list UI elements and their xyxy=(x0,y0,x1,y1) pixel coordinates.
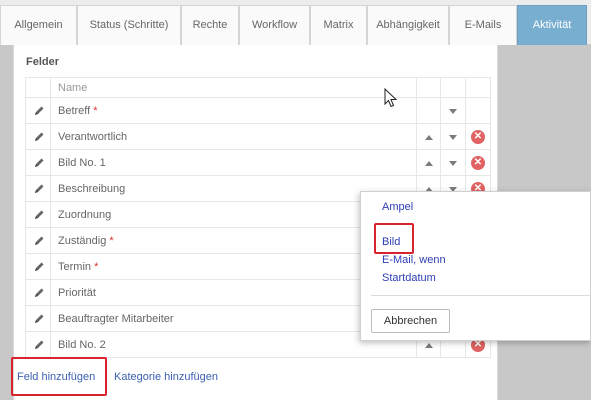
move-up-icon[interactable] xyxy=(425,161,433,166)
panel-title: Felder xyxy=(26,56,60,68)
field-name: Zuordnung xyxy=(58,209,112,221)
field-type-popup: Ampel Bild E-Mail, wenn Startdatum Abbre… xyxy=(360,191,591,341)
tab-matrix[interactable]: Matrix xyxy=(310,5,367,45)
tab-bar: Allgemein Status (Schritte) Rechte Workf… xyxy=(0,0,591,45)
tab-rechte[interactable]: Rechte xyxy=(181,5,239,45)
tab-workflow[interactable]: Workflow xyxy=(239,5,310,45)
pencil-icon[interactable] xyxy=(33,105,45,117)
highlight-bild xyxy=(374,223,414,254)
move-up-icon[interactable] xyxy=(425,343,433,348)
mouse-cursor-icon xyxy=(384,88,398,108)
pencil-icon[interactable] xyxy=(33,235,45,247)
field-name: Priorität xyxy=(58,287,96,299)
tab-status-schritte[interactable]: Status (Schritte) xyxy=(77,5,181,45)
pencil-icon[interactable] xyxy=(33,287,45,299)
field-name: Bild No. 1 xyxy=(58,157,106,169)
highlight-add-field xyxy=(11,357,107,396)
popup-item-e-mail-wenn[interactable]: E-Mail, wenn xyxy=(382,254,446,266)
pencil-icon[interactable] xyxy=(33,261,45,273)
field-name: Betreff * xyxy=(58,105,98,117)
delete-icon[interactable]: ✕ xyxy=(471,130,485,144)
popup-item-startdatum[interactable]: Startdatum xyxy=(382,272,436,284)
cancel-button[interactable]: Abbrechen xyxy=(371,309,450,333)
move-down-icon[interactable] xyxy=(449,161,457,166)
table-header: Name xyxy=(25,77,491,98)
required-marker: * xyxy=(109,235,114,247)
column-header-name: Name xyxy=(58,82,88,94)
field-name: Bild No. 2 xyxy=(58,339,106,351)
tab-aktivitaet[interactable]: Aktivität xyxy=(517,5,587,45)
table-row: Betreff * xyxy=(25,98,491,124)
pencil-icon[interactable] xyxy=(33,209,45,221)
required-marker: * xyxy=(93,105,98,117)
table-row: Bild No. 1 ✕ xyxy=(25,150,491,176)
pencil-icon[interactable] xyxy=(33,183,45,195)
required-marker: * xyxy=(94,261,99,273)
pencil-icon[interactable] xyxy=(33,157,45,169)
tab-e-mails[interactable]: E-Mails xyxy=(449,5,517,45)
field-name: Beauftragter Mitarbeiter xyxy=(58,313,174,325)
move-down-icon[interactable] xyxy=(449,135,457,140)
pencil-icon[interactable] xyxy=(33,131,45,143)
table-row: Verantwortlich ✕ xyxy=(25,124,491,150)
tab-allgemein[interactable]: Allgemein xyxy=(0,5,77,45)
popup-item-ampel[interactable]: Ampel xyxy=(382,201,413,213)
add-category-link[interactable]: Kategorie hinzufügen xyxy=(114,371,218,383)
field-name: Termin * xyxy=(58,261,99,273)
field-name: Zuständig * xyxy=(58,235,114,247)
tab-abhaengigkeit[interactable]: Abhängigkeit xyxy=(367,5,449,45)
move-down-icon[interactable] xyxy=(449,109,457,114)
pencil-icon[interactable] xyxy=(33,313,45,325)
field-name: Beschreibung xyxy=(58,183,126,195)
field-name: Verantwortlich xyxy=(58,131,128,143)
move-up-icon[interactable] xyxy=(425,135,433,140)
delete-icon[interactable]: ✕ xyxy=(471,156,485,170)
pencil-icon[interactable] xyxy=(33,339,45,351)
popup-divider xyxy=(371,295,591,296)
